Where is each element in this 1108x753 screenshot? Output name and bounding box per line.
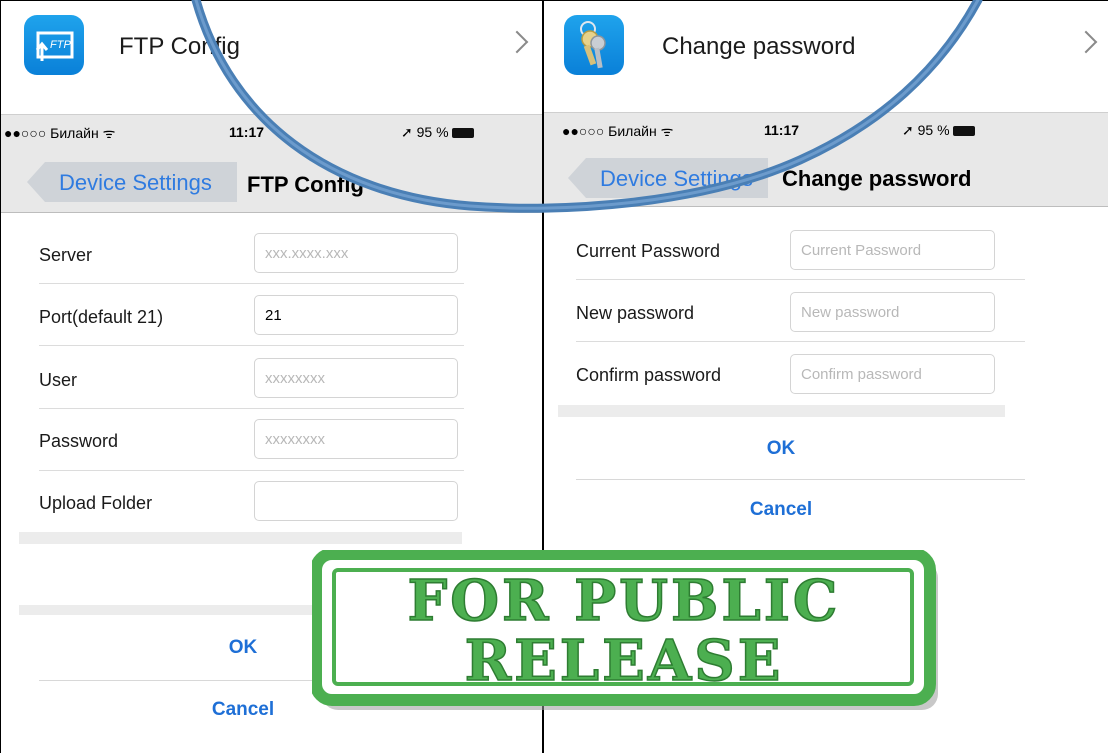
for-public-release-stamp: FOR PUBLIC RELEASE xyxy=(312,550,940,712)
top-border xyxy=(1,0,542,1)
current-password-row: Current Password xyxy=(544,230,1108,272)
status-bar: ●●○○○ Билайн ᯤ 11:17 ➚ 95 % xyxy=(544,112,1108,149)
ok-button[interactable]: OK xyxy=(544,438,1018,460)
ftp-config-title: FTP Config xyxy=(119,33,240,60)
navigation-bar: Device Settings Change password xyxy=(544,148,1108,207)
password-row: Password xyxy=(1,419,542,463)
confirm-password-label: Confirm password xyxy=(576,365,722,385)
nav-title: FTP Config xyxy=(247,172,364,197)
battery-label: ➚ 95 % xyxy=(902,122,950,138)
battery-icon xyxy=(952,126,975,137)
server-row: Server xyxy=(1,233,542,277)
carrier-label: ●●○○○ Билайн ᯤ xyxy=(562,123,674,139)
status-bar: ●●○○○ Билайн ᯤ 11:17 ➚ 95 % xyxy=(1,114,542,151)
confirm-password-row: Confirm password xyxy=(544,354,1108,396)
upload-folder-label: Upload Folder xyxy=(39,493,153,513)
stamp-line-1: FOR PUBLIC xyxy=(408,568,841,634)
back-button-label: Device Settings xyxy=(600,166,753,191)
ftp-form: Server Port(default 21) User Password Up… xyxy=(1,213,542,538)
password-label: Password xyxy=(39,431,119,451)
section-band xyxy=(558,405,1005,417)
ftp-icon: FTP xyxy=(24,15,84,75)
back-button-label: Device Settings xyxy=(59,170,212,195)
ftp-icon-text: FTP xyxy=(50,39,71,51)
current-password-label: Current Password xyxy=(576,241,721,261)
top-border xyxy=(544,0,1108,1)
port-row: Port(default 21) xyxy=(1,295,542,339)
change-password-row[interactable]: Change password xyxy=(544,0,1108,104)
battery-indicator: ➚ 95 % xyxy=(902,122,975,139)
new-password-input[interactable] xyxy=(790,292,995,332)
battery-indicator: ➚ 95 % xyxy=(401,124,474,141)
carrier-label: ●●○○○ Билайн ᯤ xyxy=(4,125,116,141)
row-divider xyxy=(39,408,464,409)
new-password-row: New password xyxy=(544,292,1108,334)
button-divider xyxy=(576,479,1025,480)
password-input[interactable] xyxy=(254,419,458,459)
battery-icon xyxy=(451,128,474,139)
confirm-password-input[interactable] xyxy=(790,354,995,394)
status-time: 11:17 xyxy=(229,124,265,140)
status-time: 11:17 xyxy=(764,122,800,138)
port-label: Port(default 21) xyxy=(39,307,164,327)
change-password-title: Change password xyxy=(662,33,856,60)
current-password-input[interactable] xyxy=(790,230,995,270)
upload-folder-input[interactable] xyxy=(254,481,458,521)
battery-label: ➚ 95 % xyxy=(401,124,449,140)
stamp-line-2: RELEASE xyxy=(465,628,784,694)
ftp-config-row[interactable]: FTP FTP Config xyxy=(1,0,542,104)
row-divider xyxy=(576,279,1025,280)
nav-title: Change password xyxy=(782,166,972,191)
row-divider xyxy=(39,345,464,346)
server-label: Server xyxy=(39,245,93,265)
section-band xyxy=(19,532,462,544)
user-label: User xyxy=(39,370,78,390)
upload-folder-row: Upload Folder xyxy=(1,481,542,525)
row-divider xyxy=(39,470,464,471)
keys-icon xyxy=(564,15,624,75)
navigation-bar: Device Settings FTP Config xyxy=(1,150,542,213)
password-form: Current Password New password Confirm pa… xyxy=(544,215,1108,405)
back-button[interactable]: Device Settings xyxy=(568,158,768,198)
back-button[interactable]: Device Settings xyxy=(27,162,237,202)
cancel-button[interactable]: Cancel xyxy=(544,499,1018,521)
user-input[interactable] xyxy=(254,358,458,398)
row-divider xyxy=(576,341,1025,342)
row-divider xyxy=(39,283,464,284)
port-input[interactable] xyxy=(254,295,458,335)
user-row: User xyxy=(1,358,542,402)
server-input[interactable] xyxy=(254,233,458,273)
new-password-label: New password xyxy=(576,303,695,323)
chevron-right-icon xyxy=(1074,30,1098,54)
chevron-right-icon xyxy=(505,30,529,54)
